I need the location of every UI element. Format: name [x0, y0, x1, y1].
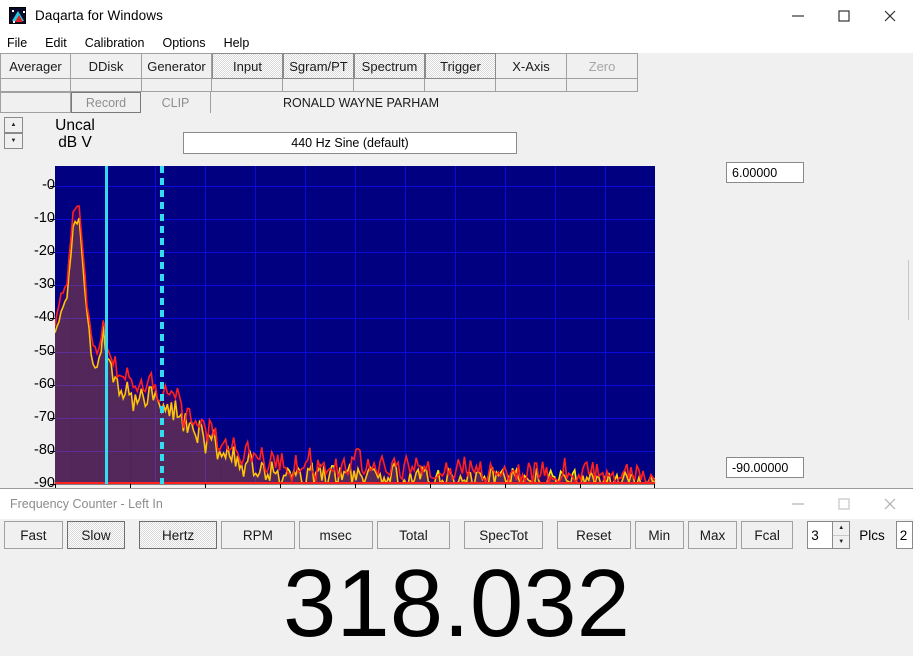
calibration-status[interactable]: Uncal dB V	[30, 117, 120, 151]
fc-maximize-button[interactable]	[821, 489, 867, 519]
tab-strip-spectrum	[354, 79, 425, 92]
tab-strip-averager	[0, 79, 71, 92]
fc-button-fast[interactable]: Fast	[4, 521, 63, 549]
reference-cursor-line[interactable]	[160, 166, 164, 484]
fc-close-button[interactable]	[867, 489, 913, 519]
tab-x-axis[interactable]: X-Axis	[496, 53, 567, 79]
frequency-counter-window: Frequency Counter - Left In Fast Slow Hert…	[0, 488, 913, 656]
scale-spinner[interactable]: ▲ ▼	[4, 117, 23, 149]
tab-strip-ddisk	[71, 79, 142, 92]
tab-strip-input	[212, 79, 283, 92]
places-spinner-up[interactable]: ▲	[833, 522, 850, 536]
window-title: Daqarta for Windows	[35, 8, 163, 23]
y-axis-label: -70	[34, 408, 55, 425]
daqarta-app-icon	[9, 7, 26, 24]
units-label: dB V	[58, 134, 92, 151]
y-axis-label: -0	[42, 176, 55, 193]
fc-minimize-button[interactable]	[775, 489, 821, 519]
spectrum-traces	[55, 205, 655, 484]
tab-strip-x-axis	[496, 79, 567, 92]
secondary-toolbar: Record CLIP RONALD WAYNE PARHAM	[0, 92, 913, 113]
menu-item-edit[interactable]: Edit	[45, 36, 76, 50]
tab-sgram-pt[interactable]: Sgram/PT	[283, 53, 354, 79]
menu-item-help[interactable]: Help	[224, 36, 259, 50]
tab-strip-zero	[567, 79, 638, 92]
waveform-name-field[interactable]: 440 Hz Sine (default)	[183, 132, 517, 154]
scale-spinner-down[interactable]: ▼	[4, 133, 23, 149]
spectrum-plot-canvas[interactable]	[55, 166, 655, 484]
tab-averager[interactable]: Averager	[0, 53, 71, 79]
y-axis-label: -40	[34, 309, 55, 326]
y-axis: -0 -10 -20 -30 -40 -50 -60 -70 -80 -90	[0, 166, 55, 491]
status-blank-field[interactable]	[0, 92, 71, 113]
fc-button-spectot[interactable]: SpecTot	[464, 521, 543, 549]
clip-indicator: CLIP	[141, 92, 211, 113]
tab-ddisk[interactable]: DDisk	[71, 53, 142, 79]
tab-zero: Zero	[567, 53, 638, 79]
frequency-readout: 318.032	[282, 550, 630, 656]
fc-button-max[interactable]: Max	[687, 521, 738, 549]
daqarta-application-window: Daqarta for Windows File Edit Calibratio…	[0, 0, 913, 656]
places-label: Plcs	[859, 527, 885, 543]
tab-strip-generator	[142, 79, 212, 92]
frequency-counter-title: Frequency Counter - Left In	[10, 497, 163, 511]
y-axis-label: -60	[34, 375, 55, 392]
y-axis-label: -50	[34, 342, 55, 359]
right-edge-sliver	[908, 260, 913, 320]
record-button[interactable]: Record	[71, 92, 141, 113]
scale-min-field[interactable]: -90.00000	[726, 457, 804, 478]
menu-item-file[interactable]: File	[7, 36, 36, 50]
menu-bar: File Edit Calibration Options Help	[0, 32, 913, 53]
fc-button-reset[interactable]: Reset	[556, 521, 631, 549]
scale-spinner-up[interactable]: ▲	[4, 117, 23, 133]
spectrum-plot[interactable]	[55, 166, 655, 484]
y-axis-label: -20	[34, 243, 55, 260]
tab-trigger[interactable]: Trigger	[425, 53, 496, 79]
tab-strip-trigger	[425, 79, 496, 92]
fc-button-slow[interactable]: Slow	[66, 521, 126, 549]
places-value[interactable]: 3	[808, 522, 832, 548]
maximize-button[interactable]	[821, 0, 867, 32]
frequency-counter-buttons: Fast Slow Hertz RPM msec Total SpecTot Reset Min…	[0, 519, 913, 551]
minimize-button[interactable]	[775, 0, 821, 32]
fc-button-total[interactable]: Total	[376, 521, 451, 549]
y-axis-label: -80	[34, 441, 55, 458]
frequency-counter-title-bar: Frequency Counter - Left In	[0, 489, 913, 519]
fc-button-msec[interactable]: msec	[298, 521, 373, 549]
tab-strip-sgram-pt	[283, 79, 354, 92]
spectrum-trace-left-channel-spectrum	[55, 205, 655, 484]
fc-button-fcal[interactable]: Fcal	[741, 521, 794, 549]
places-spinner-down[interactable]: ▼	[833, 535, 850, 548]
places-spinner-arrows[interactable]: ▲ ▼	[832, 522, 850, 548]
fc-button-rpm[interactable]: RPM	[220, 521, 295, 549]
fc-button-min[interactable]: Min	[634, 521, 684, 549]
menu-item-calibration[interactable]: Calibration	[85, 36, 154, 50]
frequency-counter-window-controls	[775, 489, 913, 519]
window-controls	[775, 0, 913, 32]
toolbar-sub-strip	[0, 79, 913, 92]
title-bar: Daqarta for Windows	[0, 0, 913, 32]
fc-button-hertz[interactable]: Hertz	[139, 521, 217, 549]
cal-state-label: Uncal	[55, 117, 95, 134]
tab-input[interactable]: Input	[212, 53, 283, 79]
scale-max-field[interactable]: 6.00000	[726, 162, 804, 183]
main-toolbar-tabs: Averager DDisk Generator Input Sgram/PT Spect…	[0, 53, 913, 79]
menu-item-options[interactable]: Options	[162, 36, 214, 50]
places-secondary-field[interactable]: 2	[895, 521, 913, 549]
main-cursor-line[interactable]	[105, 166, 108, 484]
places-spinner[interactable]: 3 ▲ ▼	[807, 521, 851, 549]
close-button[interactable]	[867, 0, 913, 32]
y-axis-label: -30	[34, 276, 55, 293]
y-axis-label: -10	[34, 210, 55, 226]
tab-spectrum[interactable]: Spectrum	[354, 53, 425, 79]
tab-generator[interactable]: Generator	[142, 53, 212, 79]
registered-user-name: RONALD WAYNE PARHAM	[211, 92, 913, 113]
